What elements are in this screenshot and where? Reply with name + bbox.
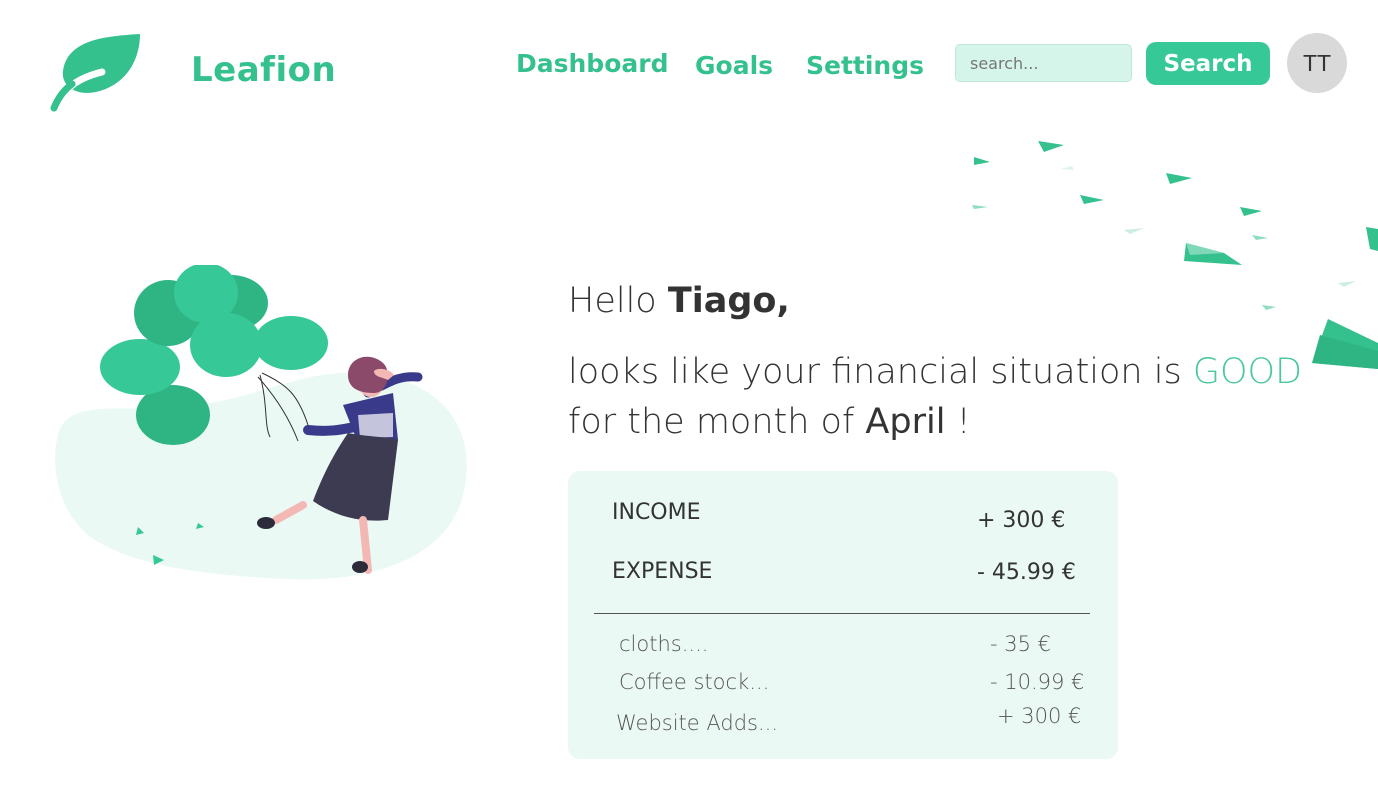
search-button[interactable]: Search: [1146, 42, 1270, 85]
list-item-label: Website Adds...: [616, 711, 779, 735]
greeting-hello: Hello: [568, 281, 657, 321]
list-item-value: + 300 €: [997, 704, 1082, 728]
status-line-1: looks like your financial situation is G…: [568, 347, 1302, 397]
search-input[interactable]: [955, 44, 1132, 82]
balloon-woman-illustration: [55, 265, 467, 580]
list-item-label: Coffee stock...: [619, 670, 770, 694]
month-name: April: [865, 402, 946, 442]
nav-goals[interactable]: Goals: [695, 51, 773, 80]
status-badge: GOOD: [1192, 352, 1303, 392]
expense-value: - 45.99 €: [977, 560, 1076, 585]
status-line-2: for the month of April !: [568, 397, 1302, 447]
leaf-logo-icon[interactable]: [50, 32, 144, 112]
income-label: INCOME: [612, 500, 701, 525]
nav-settings[interactable]: Settings: [806, 51, 924, 80]
status-prefix: looks like your financial situation is: [568, 352, 1182, 392]
nav-dashboard[interactable]: Dashboard: [516, 49, 668, 78]
paper-plane-icon: [972, 141, 1378, 369]
month-prefix: for the month of: [568, 402, 855, 442]
summary-card: INCOME + 300 € EXPENSE - 45.99 € cloths.…: [568, 471, 1118, 759]
greeting-name: Tiago,: [667, 281, 790, 321]
list-item-value: - 35 €: [990, 632, 1052, 656]
month-suffix: !: [956, 402, 971, 442]
divider: [594, 613, 1090, 614]
greeting-heading: Hello Tiago,: [568, 281, 790, 321]
list-item-value: - 10.99 €: [990, 670, 1085, 694]
avatar[interactable]: TT: [1287, 33, 1347, 93]
status-message: looks like your financial situation is G…: [568, 347, 1302, 447]
brand-name: Leafion: [191, 50, 337, 90]
list-item-label: cloths....: [619, 632, 709, 656]
expense-label: EXPENSE: [612, 559, 713, 584]
income-value: + 300 €: [977, 508, 1066, 533]
